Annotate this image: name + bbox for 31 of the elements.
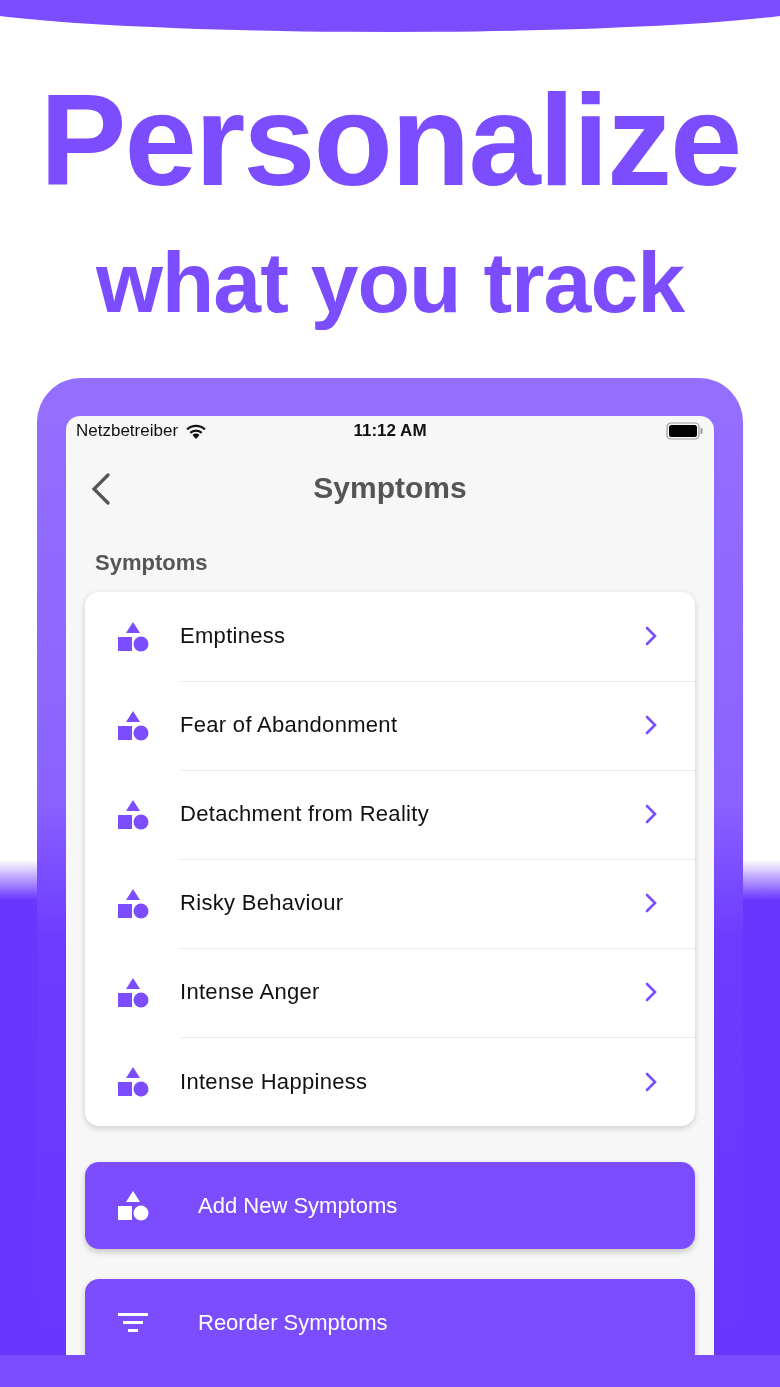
subheadline: what you track bbox=[95, 233, 685, 332]
filter-icon bbox=[117, 1311, 148, 1334]
shapes-icon bbox=[116, 1190, 149, 1221]
shapes-icon bbox=[116, 621, 149, 652]
chevron-icon bbox=[645, 982, 657, 1002]
symptom-item[interactable]: Intense Happiness bbox=[180, 1068, 645, 1095]
shapes-icon bbox=[116, 710, 149, 741]
action-button[interactable]: Reorder Symptoms bbox=[85, 1279, 695, 1355]
screen-title: Symptoms bbox=[312, 471, 468, 505]
action-button[interactable]: Add New Symptoms bbox=[85, 1162, 695, 1249]
shapes-icon bbox=[116, 888, 149, 919]
chevron-icon bbox=[645, 893, 657, 913]
chevron-icon bbox=[645, 1071, 657, 1092]
shapes-icon bbox=[116, 799, 149, 830]
symptom-item[interactable]: Detachment from Reality bbox=[180, 801, 645, 827]
symptom-item[interactable]: Risky Behaviour bbox=[180, 890, 645, 916]
shapes-icon bbox=[116, 1066, 149, 1097]
section-label: Symptoms bbox=[94, 549, 209, 576]
shapes-icon bbox=[116, 977, 149, 1008]
symptom-item[interactable]: Intense Anger bbox=[180, 979, 645, 1005]
chevron-icon bbox=[645, 626, 657, 646]
symptom-item[interactable]: Fear of Abandonment bbox=[180, 712, 645, 738]
chevron-icon bbox=[645, 715, 657, 735]
headline: Personalize bbox=[39, 70, 741, 210]
battery-icon bbox=[666, 422, 704, 440]
wifi-icon bbox=[184, 422, 209, 440]
back-chevron-icon bbox=[91, 473, 111, 505]
carrier-name: Netzbetreiber bbox=[76, 421, 179, 441]
chevron-icon bbox=[645, 804, 657, 824]
symptom-item[interactable]: Emptiness bbox=[180, 623, 645, 649]
clock-time: 11:12 AM bbox=[353, 421, 427, 441]
